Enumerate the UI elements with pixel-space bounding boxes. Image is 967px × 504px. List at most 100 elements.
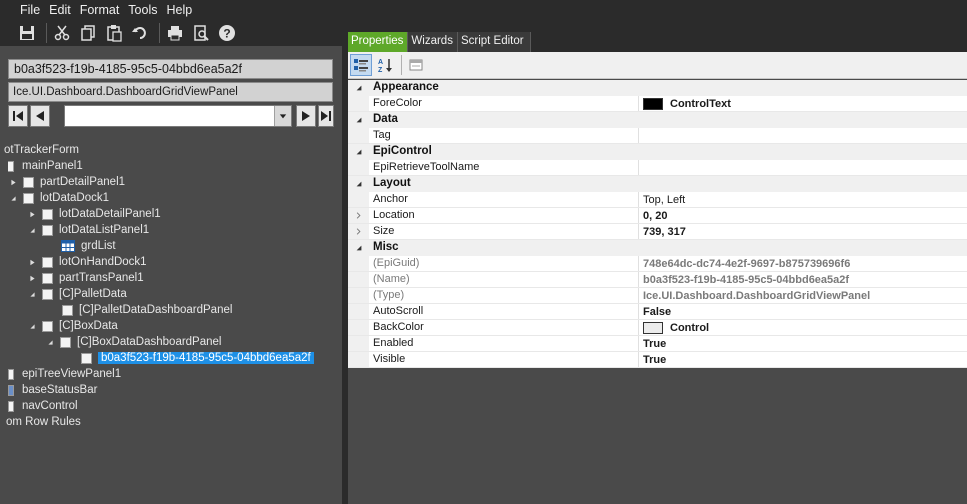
property-value[interactable] (639, 128, 967, 143)
property-value[interactable]: ControlText (639, 96, 967, 111)
property-value[interactable]: False (639, 304, 967, 319)
chevron-down-icon[interactable] (274, 106, 291, 126)
collapse-icon[interactable] (8, 193, 18, 203)
category-name: Appearance (373, 81, 439, 93)
tree-node[interactable]: baseStatusBar (8, 382, 97, 398)
category-row[interactable]: Layout (348, 176, 967, 192)
tree-node-selected[interactable]: b0a3f523-f19b-4185-95c5-04bbd6ea5a2f (81, 350, 314, 366)
expand-icon[interactable] (8, 177, 18, 187)
record-combo[interactable] (64, 105, 292, 127)
control-icon (23, 176, 34, 188)
tab-script-editor[interactable]: Script Editor (457, 32, 531, 52)
tree-node[interactable]: partTransPanel1 (27, 270, 144, 286)
property-row[interactable]: Enabled True (348, 336, 967, 352)
property-value[interactable]: 0, 20 (639, 208, 967, 223)
property-row[interactable]: EpiRetrieveToolName (348, 160, 967, 176)
tree-node[interactable]: lotDataListPanel1 (27, 222, 149, 238)
sort-alphabetical-icon[interactable]: AZ (374, 54, 396, 76)
expand-icon[interactable] (27, 209, 37, 219)
paste-icon[interactable] (103, 22, 125, 44)
property-value[interactable]: Control (639, 320, 967, 335)
control-icon (81, 352, 92, 364)
property-row[interactable]: (Name) b0a3f523-f19b-4185-95c5-04bbd6ea5… (348, 272, 967, 288)
tree-node[interactable]: [C]BoxData (27, 318, 118, 334)
undo-icon[interactable] (129, 22, 151, 44)
property-row[interactable]: ForeColor ControlText (348, 96, 967, 112)
property-name: ForeColor (369, 96, 639, 111)
expand-icon[interactable] (348, 208, 369, 223)
tree-node[interactable]: lotOnHandDock1 (27, 254, 147, 270)
last-record-button[interactable] (318, 105, 334, 127)
collapse-icon[interactable] (27, 289, 37, 299)
previous-record-button[interactable] (30, 105, 50, 127)
control-icon (62, 304, 73, 316)
first-record-button[interactable] (8, 105, 28, 127)
property-row[interactable]: Visible True (348, 352, 967, 368)
expand-icon[interactable] (27, 257, 37, 267)
property-row[interactable]: Anchor Top, Left (348, 192, 967, 208)
property-row[interactable]: AutoScroll False (348, 304, 967, 320)
save-icon[interactable] (16, 22, 38, 44)
tree-node-label: epiTreeViewPanel1 (22, 368, 122, 380)
property-row[interactable]: Location 0, 20 (348, 208, 967, 224)
main-toolbar: ? (0, 20, 348, 46)
collapse-icon[interactable] (348, 144, 369, 159)
cut-icon[interactable] (51, 22, 73, 44)
property-value[interactable]: True (639, 336, 967, 351)
print-preview-icon[interactable] (190, 22, 212, 44)
property-name: Tag (369, 128, 639, 143)
tree-node[interactable]: [C]PalletDataDashboardPanel (62, 302, 232, 318)
collapse-icon[interactable] (27, 225, 37, 235)
expand-icon[interactable] (348, 224, 369, 239)
tree-node[interactable]: lotDataDock1 (8, 190, 109, 206)
collapse-icon[interactable] (348, 80, 369, 95)
tree-node[interactable]: mainPanel1 (8, 158, 83, 174)
tree-node[interactable]: lotDataDetailPanel1 (27, 206, 161, 222)
category-row[interactable]: Appearance (348, 80, 967, 96)
property-row[interactable]: Tag (348, 128, 967, 144)
copy-icon[interactable] (77, 22, 99, 44)
tree-node[interactable]: [C]BoxDataDashboardPanel (45, 334, 221, 350)
collapse-icon[interactable] (348, 112, 369, 127)
tree-node[interactable]: partDetailPanel1 (8, 174, 125, 190)
property-value[interactable]: 739, 317 (639, 224, 967, 239)
category-row[interactable]: Data (348, 112, 967, 128)
category-row[interactable]: EpiControl (348, 144, 967, 160)
property-pages-icon[interactable] (405, 54, 427, 76)
tree-node[interactable]: otTrackerForm (4, 142, 79, 158)
property-row[interactable]: Size 739, 317 (348, 224, 967, 240)
tree-node[interactable]: grdList (61, 238, 116, 254)
menu-edit[interactable]: Edit (49, 3, 71, 17)
property-row[interactable]: (Type) Ice.UI.Dashboard.DashboardGridVie… (348, 288, 967, 304)
menu-tools[interactable]: Tools (128, 3, 157, 17)
property-value[interactable]: Top, Left (639, 192, 967, 207)
menu-file[interactable]: File (20, 3, 40, 17)
menu-help[interactable]: Help (166, 3, 192, 17)
collapse-icon[interactable] (348, 240, 369, 255)
expand-icon[interactable] (27, 273, 37, 283)
tab-properties[interactable]: Properties (348, 32, 409, 52)
property-row[interactable]: BackColor Control (348, 320, 967, 336)
categorized-icon[interactable] (350, 54, 372, 76)
property-name: AutoScroll (369, 304, 639, 319)
property-value[interactable]: True (639, 352, 967, 367)
svg-text:A: A (378, 59, 383, 66)
collapse-icon[interactable] (45, 337, 55, 347)
print-icon[interactable] (164, 22, 186, 44)
collapse-icon[interactable] (348, 176, 369, 191)
tree-node[interactable]: navControl (8, 398, 78, 414)
property-row[interactable]: (EpiGuid) 748e64dc-dc74-4e2f-9697-b87573… (348, 256, 967, 272)
menu-format[interactable]: Format (80, 3, 120, 17)
category-row[interactable]: Misc (348, 240, 967, 256)
collapse-icon[interactable] (27, 321, 37, 331)
next-record-button[interactable] (296, 105, 316, 127)
tree-node-label: lotDataDock1 (40, 192, 110, 204)
property-value[interactable] (639, 160, 967, 175)
tree-node-label: lotDataListPanel1 (59, 224, 150, 236)
help-icon[interactable]: ? (216, 22, 238, 44)
property-name: BackColor (369, 320, 639, 335)
tree-node[interactable]: epiTreeViewPanel1 (8, 366, 121, 382)
tab-wizards[interactable]: Wizards (408, 32, 458, 52)
tree-node[interactable]: om Row Rules (6, 414, 81, 430)
tree-node[interactable]: [C]PalletData (27, 286, 127, 302)
